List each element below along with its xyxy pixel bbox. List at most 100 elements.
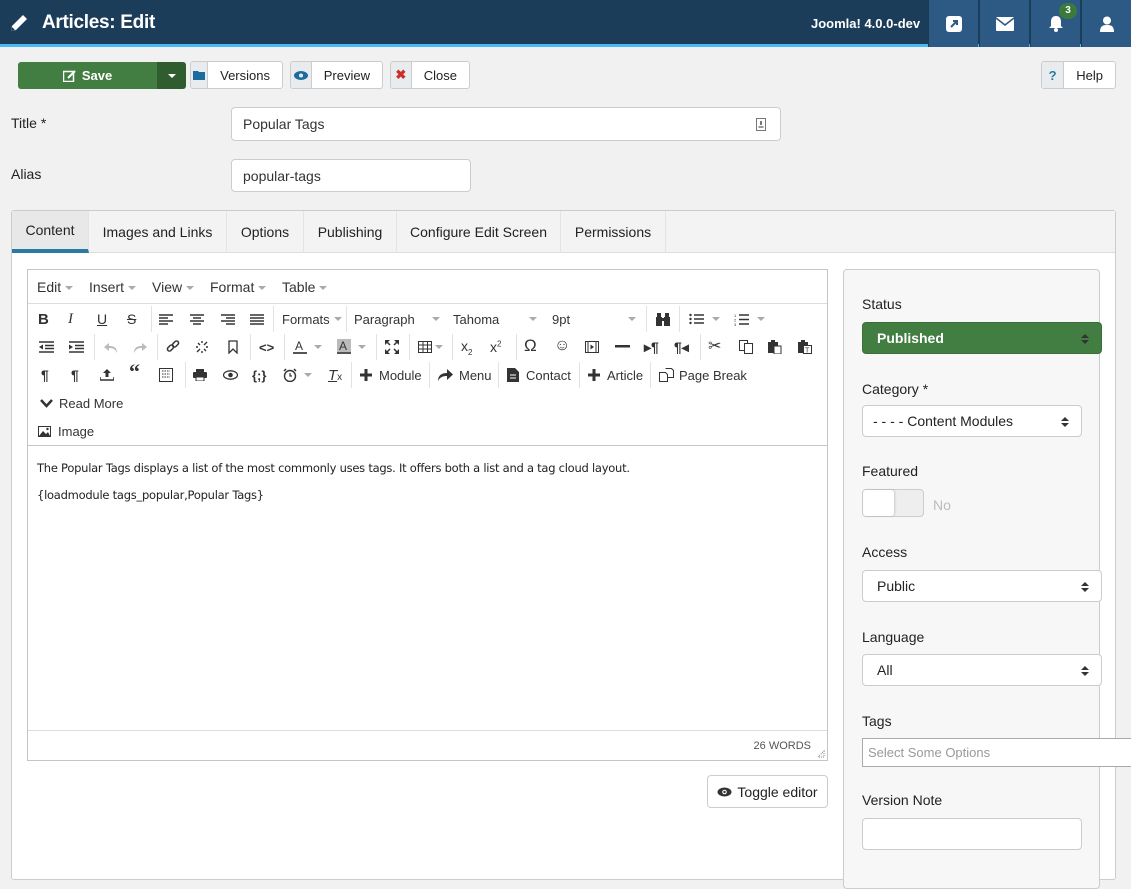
blockquote-button[interactable]: “	[129, 359, 140, 384]
messages-button[interactable]	[979, 0, 1029, 47]
image-button[interactable]: Image	[38, 419, 94, 443]
help-button[interactable]: ? Help	[1041, 61, 1116, 89]
menu-link-button[interactable]: Menu	[438, 363, 492, 387]
link-button[interactable]	[166, 335, 180, 359]
background-color-button[interactable]: A	[336, 335, 366, 359]
visual-chars-button[interactable]: ¶	[71, 363, 79, 387]
status-select[interactable]: Published	[862, 322, 1102, 354]
binoculars-icon	[656, 312, 670, 326]
menu-table[interactable]: Table	[282, 279, 328, 295]
toggle-editor-label: Toggle editor	[737, 783, 818, 800]
bookmark-icon	[228, 340, 238, 354]
featured-value: No	[933, 497, 951, 513]
versions-button[interactable]: Versions	[190, 61, 283, 89]
tab-images-and-links[interactable]: Images and Links	[89, 211, 227, 253]
save-button[interactable]: Save	[18, 62, 157, 89]
template-button[interactable]: {;}	[252, 363, 266, 387]
paste-button[interactable]	[768, 335, 782, 359]
module-button[interactable]: Module	[360, 363, 422, 387]
justify-button[interactable]	[250, 307, 264, 331]
menu-view[interactable]: View	[152, 279, 195, 295]
text-color-button[interactable]: A	[292, 335, 322, 359]
visual-blocks-button[interactable]	[159, 363, 173, 387]
align-left-button[interactable]	[159, 307, 173, 331]
bold-button[interactable]: B	[38, 307, 49, 331]
rtl-button[interactable]: ¶◂	[674, 335, 689, 359]
table-icon	[418, 341, 432, 353]
tags-input[interactable]: Select Some Options	[862, 738, 1131, 767]
strikethrough-button[interactable]: S	[127, 307, 136, 331]
chevron-down-icon	[40, 398, 53, 408]
media-button[interactable]	[585, 335, 599, 359]
title-input[interactable]: Popular Tags	[231, 107, 781, 141]
unlink-button[interactable]	[195, 335, 209, 359]
block-format-select[interactable]: Paragraph	[354, 307, 440, 331]
article-button[interactable]: Article	[588, 363, 643, 387]
insert-datetime-button[interactable]	[283, 363, 312, 387]
emoticons-button[interactable]: ☺	[554, 334, 570, 358]
close-button[interactable]: ✖ Close	[390, 61, 470, 89]
page-break-button[interactable]: Page Break	[659, 363, 747, 387]
horizontal-rule-button[interactable]	[615, 335, 630, 359]
copy-button[interactable]	[739, 335, 753, 359]
save-dropdown-toggle[interactable]	[157, 62, 186, 89]
indent-button[interactable]	[69, 335, 84, 359]
print-button[interactable]	[193, 363, 207, 387]
read-more-button[interactable]: Read More	[40, 391, 123, 415]
italic-button[interactable]: I	[68, 307, 73, 331]
font-size-select[interactable]: 9pt	[552, 307, 636, 331]
undo-icon	[104, 343, 117, 353]
undo-button[interactable]	[104, 335, 118, 359]
user-menu-button[interactable]	[1081, 0, 1131, 47]
notifications-button[interactable]: 3	[1030, 0, 1080, 47]
bullet-list-button[interactable]	[689, 307, 720, 331]
preview-button[interactable]: Preview	[290, 61, 383, 89]
category-label: Category *	[862, 381, 929, 397]
tab-permissions[interactable]: Permissions	[561, 211, 666, 253]
menu-insert[interactable]: Insert	[89, 279, 137, 295]
formats-dropdown[interactable]: Formats	[282, 307, 342, 331]
special-char-button[interactable]: Ω	[524, 334, 537, 358]
alias-input[interactable]: popular-tags	[231, 159, 471, 192]
cut-button[interactable]: ✂	[708, 334, 721, 358]
redo-button[interactable]	[133, 335, 147, 359]
menu-format[interactable]: Format	[210, 279, 267, 295]
paragraph-button[interactable]: ¶	[41, 363, 49, 387]
resize-handle-icon[interactable]	[817, 750, 825, 758]
insert-button[interactable]	[100, 363, 114, 387]
menu-edit[interactable]: Edit	[37, 279, 74, 295]
preview-editor-button[interactable]	[223, 363, 238, 387]
align-center-button[interactable]	[190, 307, 204, 331]
tab-content[interactable]: Content	[12, 211, 89, 253]
find-replace-button[interactable]	[656, 307, 670, 331]
code-braces-icon: {;}	[252, 367, 267, 383]
clear-formatting-button[interactable]: Tx	[328, 363, 342, 387]
anchor-button[interactable]	[228, 335, 238, 359]
underline-icon: U	[97, 311, 108, 327]
fullscreen-button[interactable]	[385, 335, 399, 359]
font-family-select[interactable]: Tahoma	[453, 307, 537, 331]
version-note-input[interactable]	[862, 818, 1082, 850]
numbered-list-button[interactable]: 123	[734, 307, 765, 331]
superscript-button[interactable]: x2	[490, 335, 501, 359]
tab-options[interactable]: Options	[227, 211, 304, 253]
tab-publishing[interactable]: Publishing	[304, 211, 397, 253]
underline-button[interactable]: U	[97, 307, 107, 331]
table-button[interactable]	[418, 335, 443, 359]
tab-configure-edit-screen[interactable]: Configure Edit Screen	[397, 211, 561, 253]
access-select[interactable]: Public	[862, 570, 1102, 602]
view-site-button[interactable]	[928, 0, 978, 47]
paste-as-text-button[interactable]: T	[798, 335, 812, 359]
source-code-button[interactable]: <>	[259, 335, 274, 359]
featured-toggle[interactable]	[862, 489, 924, 517]
ltr-button[interactable]: ▸¶	[644, 335, 659, 359]
select-arrows-icon	[1081, 582, 1089, 592]
outdent-button[interactable]	[39, 335, 54, 359]
toggle-editor-button[interactable]: Toggle editor	[707, 775, 828, 808]
align-right-button[interactable]	[221, 307, 235, 331]
category-select[interactable]: - - - - Content Modules	[862, 405, 1082, 437]
subscript-button[interactable]: x2	[461, 335, 472, 359]
language-select[interactable]: All	[862, 654, 1102, 686]
editor-content-area[interactable]: The Popular Tags displays a list of the …	[37, 460, 630, 502]
contact-button[interactable]: Contact	[507, 363, 571, 387]
